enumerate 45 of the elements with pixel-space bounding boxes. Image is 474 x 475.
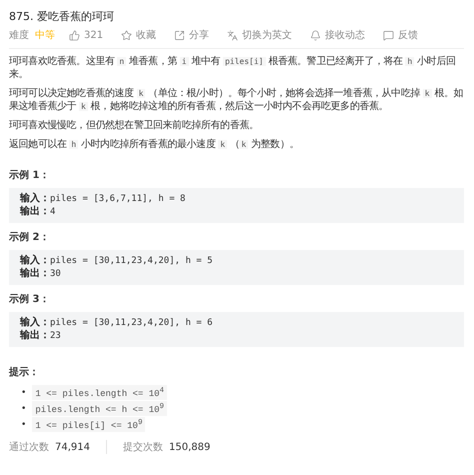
example-label: 输出： [20, 206, 50, 218]
description-paragraph: 珂珂喜欢吃香蕉。这里有 n 堆香蕉，第 i 堆中有 piles[i] 根香蕉。警卫已经离开了，将在 h 小时后回来。 [9, 55, 456, 81]
example-label: 输入： [20, 255, 50, 267]
share-button[interactable]: 分享 [174, 28, 210, 42]
difficulty-level: 中等 [35, 28, 55, 42]
translate-button[interactable]: 切换为英文 [227, 28, 292, 42]
example-label: 输出： [20, 268, 50, 280]
bell-icon [310, 30, 322, 40]
example-label: 输入： [20, 193, 50, 205]
bell-button[interactable]: 接收动态 [310, 28, 366, 42]
bullet: • [21, 418, 26, 430]
share-icon [174, 30, 186, 40]
example-value: piles = [30,11,23,4,20], h = 5 [50, 255, 213, 267]
translate-icon [227, 30, 238, 40]
example-value: 23 [50, 330, 61, 342]
example-value: 4 [50, 206, 56, 218]
bullet: • [21, 386, 26, 398]
description-paragraph: 返回她可以在 h 小时内吃掉所有香蕉的最小速度 k （ k 为整数）。 [9, 138, 300, 151]
example-heading: 示例 3： [9, 294, 50, 306]
difficulty-label: 难度 [9, 28, 29, 42]
example-value: 30 [50, 268, 61, 280]
problem-title: 875. 爱吃香蕉的珂珂 [9, 10, 115, 23]
stat-value: 74,914 [55, 442, 90, 452]
chat-bubble-icon [383, 30, 394, 40]
stat-label: 通过次数 [9, 440, 49, 454]
bullet: • [21, 402, 26, 414]
example-value: piles = [3,6,7,11], h = 8 [50, 193, 186, 205]
example-heading: 示例 2： [9, 232, 50, 244]
hints-heading: 提示： [9, 367, 40, 379]
example-value: piles = [30,11,23,4,20], h = 6 [50, 317, 213, 329]
description-paragraph: 珂珂可以决定她吃香蕉的速度 k （单位：根/小时）。每个小时，她将会选择一堆香蕉，从中吃掉 k 根。如果这堆香蕉少于 k 根，她将吃掉这堆的所有香蕉，然后这一小时内不会再吃更多的香蕉。 [9, 87, 464, 113]
description-paragraph: 珂珂喜欢慢慢吃，但仍然想在警卫回来前吃掉所有的香蕉。 [9, 119, 260, 132]
stat-label: 提交次数 [123, 440, 163, 454]
star-icon [121, 30, 132, 40]
example-label: 输出： [20, 330, 50, 342]
example-heading: 示例 1： [9, 170, 50, 182]
example-label: 输入： [20, 317, 50, 329]
thumbs-up-icon [69, 30, 80, 40]
constraint-code: piles.length <= h <= 10$^{9}$ [32, 401, 168, 416]
stat-value: 150,889 [169, 442, 210, 452]
feedback-button[interactable]: 反馈 [383, 28, 418, 42]
constraint-code: 1 <= piles[i] <= 10$^{9}$ [32, 417, 146, 432]
constraint-code: 1 <= piles.length <= 10$^{4}$ [32, 385, 168, 400]
like-button[interactable]: 321 [69, 30, 104, 40]
star-button[interactable]: 收藏 [121, 28, 156, 42]
